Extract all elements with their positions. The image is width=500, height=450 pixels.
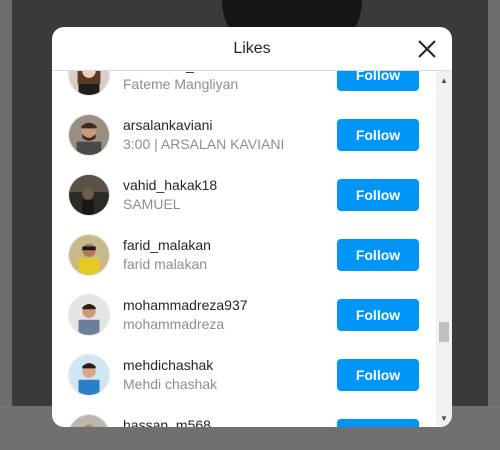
full-name: SAMUEL [123,196,181,212]
close-button[interactable] [416,38,438,60]
username[interactable]: hassan_m568 [123,417,211,427]
username[interactable]: vahid_hakak18 [123,177,217,193]
list-item: farid_malakan farid malakan Follow [52,225,436,285]
follow-button[interactable]: Follow [337,179,419,211]
list-item: mohammadreza937 mohammadreza Follow [52,285,436,345]
list-item: skinhouse_helen Fateme Mangliyan Follow [52,71,436,105]
username[interactable]: skinhouse_helen [123,71,228,73]
scrollbar[interactable]: ▲ ▼ [436,71,452,427]
likes-list[interactable]: skinhouse_helen Fateme Mangliyan Follow … [52,71,436,427]
full-name: farid malakan [123,256,208,272]
avatar[interactable] [68,354,110,396]
scroll-down-arrow-icon[interactable]: ▼ [436,411,452,425]
scroll-up-arrow-icon[interactable]: ▲ [436,73,452,87]
username[interactable]: farid_malakan [123,237,211,253]
likes-modal: Likes skinhouse_helen Fateme Mangliyan F… [52,27,452,427]
list-item: hassan_m568 Follow [52,405,436,427]
avatar[interactable] [68,174,110,216]
avatar[interactable] [68,71,110,96]
follow-button[interactable]: Follow [337,419,419,427]
follow-button[interactable]: Follow [337,299,419,331]
username[interactable]: mohammadreza937 [123,297,248,313]
username[interactable]: arsalankaviani [123,117,213,133]
full-name: Fateme Mangliyan [123,76,239,92]
full-name: 3:00 | ARSALAN KAVIANI [123,136,285,152]
modal-title: Likes [233,39,271,57]
close-icon [418,40,436,58]
follow-button[interactable]: Follow [337,71,419,91]
avatar[interactable] [68,234,110,276]
avatar[interactable] [68,414,110,427]
full-name: mohammadreza [123,316,225,332]
follow-button[interactable]: Follow [337,119,419,151]
follow-button[interactable]: Follow [337,359,419,391]
list-item: vahid_hakak18 SAMUEL Follow [52,165,436,225]
list-item: arsalankaviani 3:00 | ARSALAN KAVIANI Fo… [52,105,436,165]
list-item: mehdichashak Mehdi chashak Follow [52,345,436,405]
modal-header: Likes [52,27,452,71]
scroll-thumb[interactable] [439,322,449,342]
follow-button[interactable]: Follow [337,239,419,271]
avatar[interactable] [68,114,110,156]
avatar[interactable] [68,294,110,336]
full-name: Mehdi chashak [123,376,218,392]
username[interactable]: mehdichashak [123,357,213,373]
